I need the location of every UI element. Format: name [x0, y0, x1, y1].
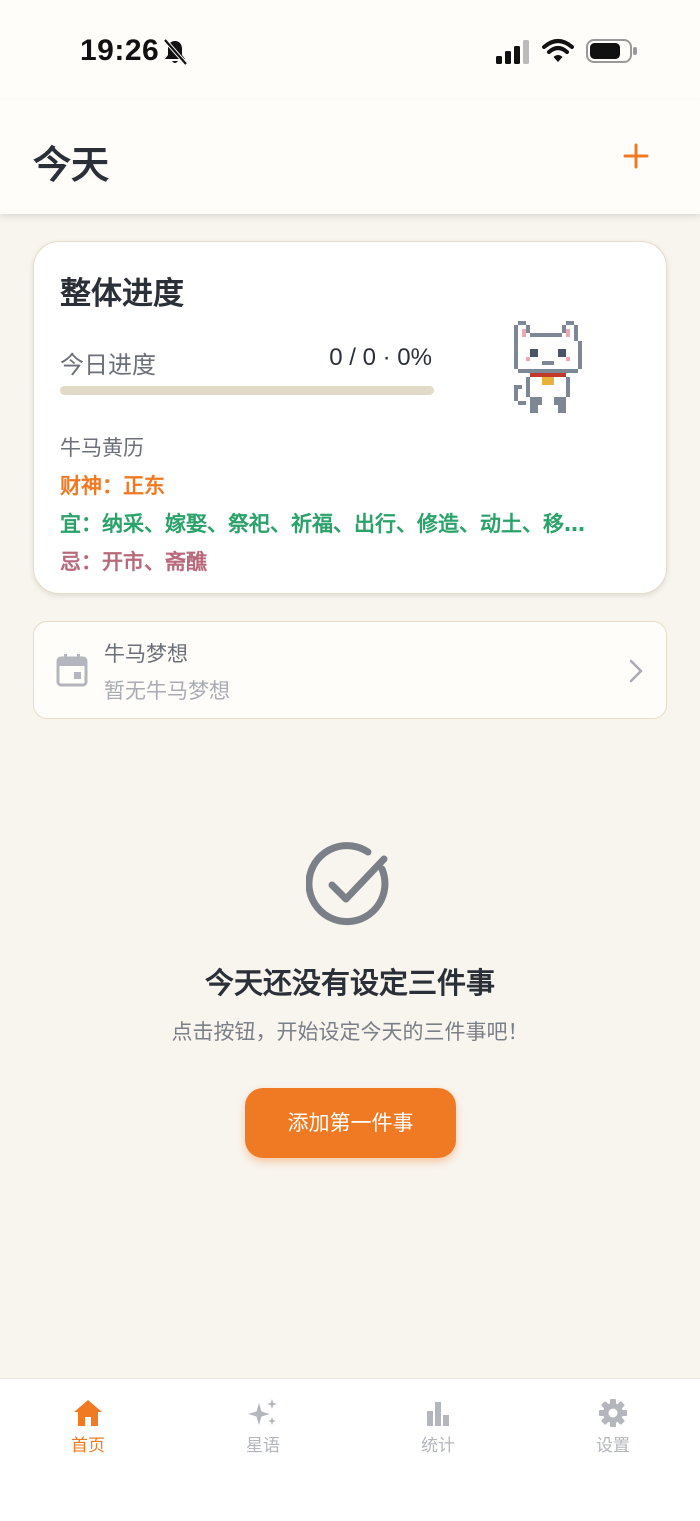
sparkle-icon	[248, 1399, 277, 1425]
empty-state-description: 点击按钮，开始设定今天的三件事吧！	[171, 1020, 529, 1044]
almanac-bad: 忌：开市、斋醮	[60, 550, 207, 574]
tab-star-words[interactable]: 星语	[203, 1397, 323, 1457]
dream-subtitle: 暂无牛马梦想	[104, 679, 230, 703]
wifi-icon	[542, 39, 574, 62]
almanac-title: 牛马黄历	[60, 436, 144, 460]
progress-bar	[60, 386, 434, 395]
page-title: 今天	[33, 143, 110, 187]
pixel-cat-icon	[514, 321, 582, 413]
progress-card: 整体进度 今日进度 0 / 0 · 0% 牛马黄历 财神：正东 宜：纳采、嫁娶、…	[33, 241, 667, 594]
tab-bar: 首页 星语 统计 设置	[0, 1378, 700, 1521]
add-first-task-button[interactable]: 添加第一件事	[245, 1088, 456, 1158]
progress-value: 0 / 0 · 0%	[329, 344, 432, 371]
battery-icon	[586, 39, 637, 63]
tab-settings[interactable]: 设置	[553, 1397, 673, 1457]
bell-slash-icon	[163, 38, 188, 66]
status-time: 19:26	[80, 34, 160, 67]
tab-settings-label: 设置	[596, 1436, 630, 1456]
tab-stats-label: 统计	[421, 1436, 455, 1456]
gear-icon	[599, 1399, 627, 1427]
calendar-icon	[56, 654, 88, 687]
progress-label: 今日进度	[60, 351, 156, 379]
plus-icon[interactable]	[620, 140, 652, 172]
tab-stats[interactable]: 统计	[378, 1397, 498, 1457]
bar-chart-icon	[427, 1402, 449, 1426]
tab-star-label: 星语	[246, 1436, 280, 1456]
chevron-right-icon	[629, 659, 643, 683]
page-header: 今天	[0, 100, 700, 214]
status-bar: 19:26	[0, 0, 700, 100]
check-circle-icon	[306, 842, 389, 926]
empty-state-title: 今天还没有设定三件事	[204, 966, 495, 1000]
signal-icon	[496, 40, 529, 64]
almanac-wealth: 财神：正东	[60, 474, 165, 498]
tab-home[interactable]: 首页	[28, 1397, 148, 1457]
almanac-good: 宜：纳采、嫁娶、祭祀、祈福、出行、修造、动土、移…	[60, 512, 585, 536]
dream-card[interactable]: 牛马梦想 暂无牛马梦想	[33, 621, 667, 719]
home-icon	[74, 1400, 102, 1426]
tab-home-label: 首页	[71, 1436, 105, 1456]
dream-title: 牛马梦想	[104, 642, 188, 666]
card-title: 整体进度	[60, 276, 184, 312]
